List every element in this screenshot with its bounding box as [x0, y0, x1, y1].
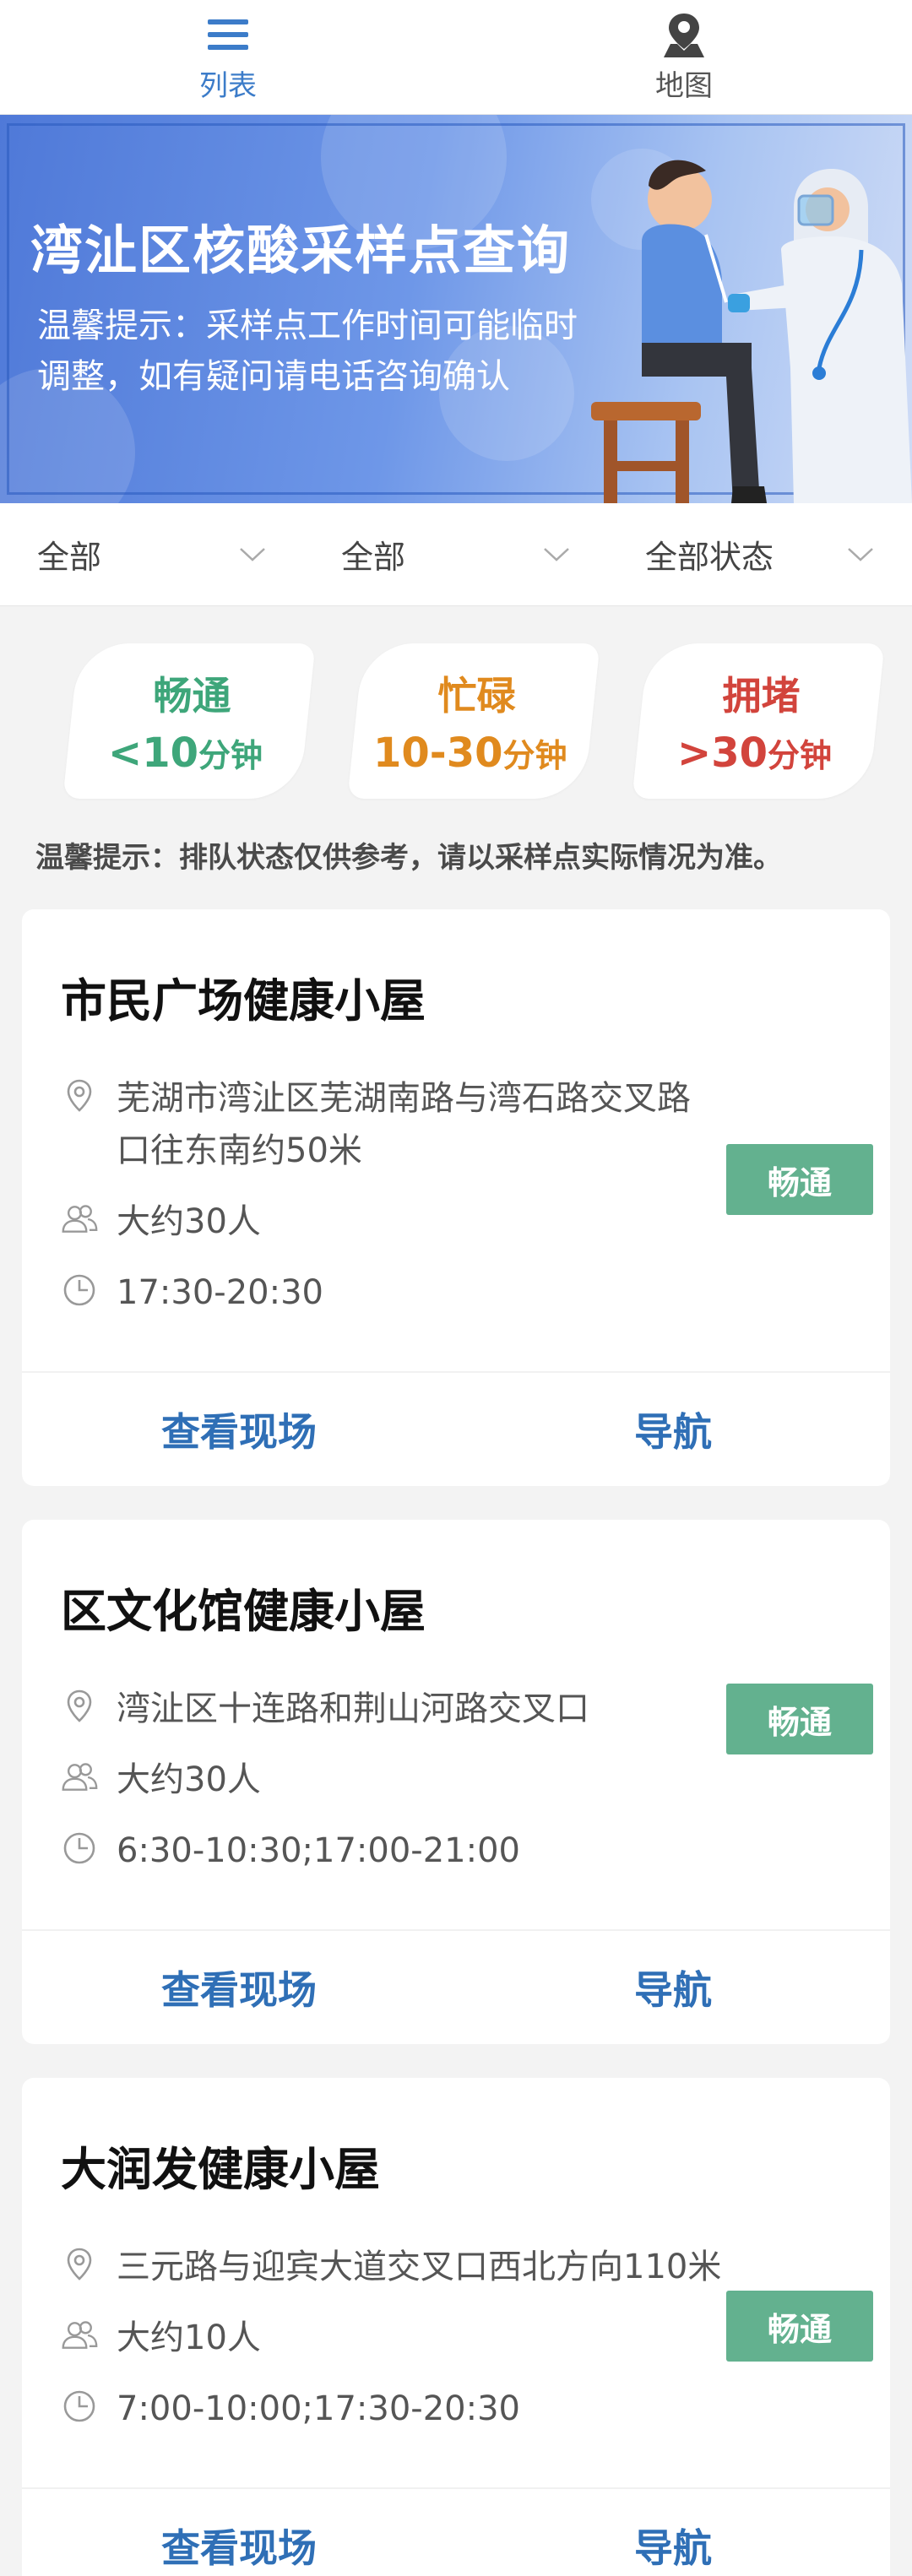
queue-legend: 畅通 <10分钟 忙碌 10-30分钟 拥堵 >30分钟: [0, 606, 912, 799]
location-pin-icon: [67, 1079, 92, 1112]
site-address: 三元路与迎宾大道交叉口西北方向110米: [117, 2248, 722, 2286]
filter-type-label: 全部: [341, 539, 406, 576]
location-pin-icon: [67, 1689, 92, 1722]
people-icon: [62, 2321, 98, 2349]
view-site-button[interactable]: 查看现场: [22, 1960, 456, 2015]
legend-busy-unit: 分钟: [502, 737, 567, 774]
legend-smooth: 畅通 <10分钟: [62, 643, 316, 799]
filter-status-label: 全部状态: [645, 539, 774, 576]
chevron-down-icon: [848, 547, 873, 561]
navigate-button[interactable]: 导航: [456, 1402, 890, 1457]
site-card: 区文化馆健康小屋 湾沚区十连路和荆山河路交叉口 大约30人 6:30-10:30…: [22, 1520, 890, 2044]
site-hours: 7:00-10:00;17:30-20:30: [117, 2389, 520, 2428]
site-address: 芜湖市湾沚区芜湖南路与湾石路交叉路口往东南约50米: [117, 1079, 691, 1170]
status-badge: 畅通: [726, 1684, 873, 1754]
navigate-button[interactable]: 导航: [456, 1960, 890, 2015]
site-people: 大约30人: [117, 1202, 261, 1241]
legend-busy: 忙碌 10-30分钟: [347, 643, 600, 799]
site-title: 大润发健康小屋: [61, 2143, 380, 2196]
status-badge: 畅通: [726, 2291, 873, 2362]
list-icon: [203, 10, 253, 59]
legend-smooth-unit: 分钟: [198, 737, 263, 774]
view-site-button[interactable]: 查看现场: [22, 2518, 456, 2573]
site-hours: 6:30-10:30;17:00-21:00: [117, 1831, 520, 1870]
legend-congested: 拥堵 >30分钟: [632, 643, 885, 799]
legend-congested-range: >30: [677, 729, 768, 777]
view-site-button[interactable]: 查看现场: [22, 1402, 456, 1457]
site-people: 大约10人: [117, 2318, 261, 2357]
site-people: 大约30人: [117, 1760, 261, 1799]
navigate-button[interactable]: 导航: [456, 2518, 890, 2573]
legend-smooth-name: 畅通: [153, 673, 231, 719]
covid-test-illustration: [540, 115, 912, 503]
clock-icon: [63, 2390, 95, 2422]
tab-list[interactable]: 列表: [0, 0, 456, 114]
filter-area-label: 全部: [37, 539, 102, 576]
chevron-down-icon: [544, 547, 569, 561]
site-address: 湾沚区十连路和荆山河路交叉口: [117, 1689, 589, 1728]
filter-bar: 全部 全部 全部状态: [0, 503, 912, 606]
legend-busy-range: 10-30: [373, 729, 503, 777]
banner-tip: 温馨提示：采样点工作时间可能临时调整，如有疑问请电话咨询确认: [37, 306, 578, 396]
legend-congested-unit: 分钟: [768, 737, 833, 774]
site-card: 大润发健康小屋 三元路与迎宾大道交叉口西北方向110米 大约10人 7:00-1…: [22, 2078, 890, 2576]
legend-smooth-range: <10: [108, 729, 199, 777]
banner: 湾沚区核酸采样点查询 温馨提示：采样点工作时间可能临时调整，如有疑问请电话咨询确…: [0, 115, 912, 503]
site-card: 市民广场健康小屋 芜湖市湾沚区芜湖南路与湾石路交叉路口往东南约50米 大约30人…: [22, 909, 890, 1486]
map-pin-icon: [659, 10, 709, 59]
site-title: 区文化馆健康小屋: [61, 1585, 426, 1638]
banner-title: 湾沚区核酸采样点查询: [30, 220, 572, 281]
site-hours: 17:30-20:30: [117, 1273, 323, 1312]
filter-status-dropdown[interactable]: 全部状态: [608, 531, 912, 578]
tab-map-label: 地图: [655, 69, 713, 103]
legend-congested-name: 拥堵: [722, 673, 801, 719]
tab-list-label: 列表: [199, 69, 257, 103]
clock-icon: [63, 1832, 95, 1864]
clock-icon: [63, 1274, 95, 1306]
legend-busy-name: 忙碌: [437, 673, 516, 719]
people-icon: [62, 1205, 98, 1233]
filter-type-dropdown[interactable]: 全部: [304, 531, 608, 578]
location-pin-icon: [67, 2248, 92, 2280]
tab-map[interactable]: 地图: [456, 0, 912, 114]
people-icon: [62, 1763, 98, 1791]
site-title: 市民广场健康小屋: [61, 974, 426, 1028]
top-tab-bar: 列表 地图: [0, 0, 912, 115]
queue-notice: 温馨提示：排队状态仅供参考，请以采样点实际情况为准。: [35, 841, 782, 875]
status-badge: 畅通: [726, 1144, 873, 1215]
chevron-down-icon: [240, 547, 265, 561]
filter-area-dropdown[interactable]: 全部: [0, 531, 304, 578]
